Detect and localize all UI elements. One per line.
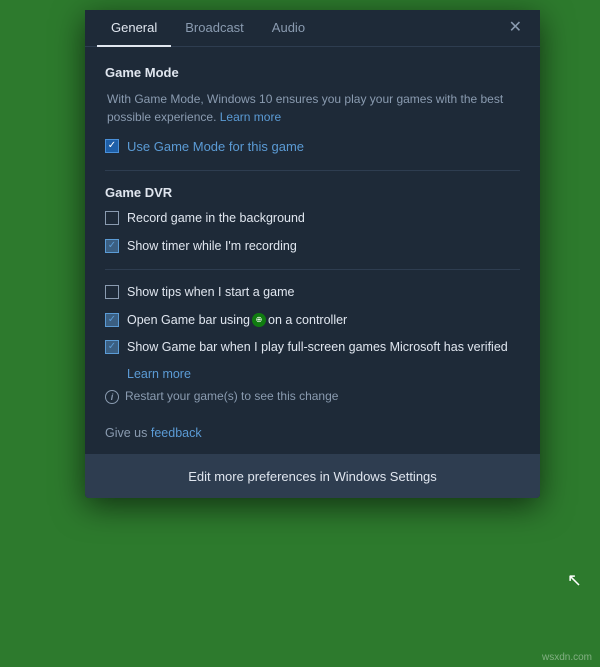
xbox-icon: ⊕ [252, 313, 266, 327]
dvr-record-label: Record game in the background [127, 210, 520, 228]
gamebar-controller-label: Open Game bar using ⊕ on a controller [127, 312, 520, 330]
dvr-timer-row[interactable]: Show timer while I'm recording [105, 238, 520, 256]
dvr-record-row[interactable]: Record game in the background [105, 210, 520, 228]
gamebar-fullscreen-label: Show Game bar when I play full-screen ga… [127, 339, 520, 357]
game-mode-description: With Game Mode, Windows 10 ensures you p… [105, 90, 520, 126]
info-icon: i [105, 390, 119, 404]
dvr-timer-checkbox[interactable] [105, 239, 119, 253]
tab-bar: General Broadcast Audio ✕ [85, 10, 540, 47]
gamebar-fullscreen-checkbox[interactable] [105, 340, 119, 354]
tips-row[interactable]: Show tips when I start a game [105, 284, 520, 302]
feedback-row: Give us feedback [85, 414, 540, 454]
dvr-timer-label: Show timer while I'm recording [127, 238, 520, 256]
learn-more-link-game-mode[interactable]: Learn more [220, 110, 281, 124]
restart-notice-row: i Restart your game(s) to see this chang… [105, 389, 520, 404]
watermark: wsxdn.com [542, 652, 592, 663]
game-dvr-title: Game DVR [105, 185, 520, 200]
gamebar-controller-row[interactable]: Open Game bar using ⊕ on a controller [105, 312, 520, 330]
close-button[interactable]: ✕ [503, 16, 528, 40]
windows-settings-button[interactable]: Edit more preferences in Windows Setting… [85, 454, 540, 498]
learn-more-link-gamebar[interactable]: Learn more [127, 367, 520, 381]
gamebar-controller-checkbox[interactable] [105, 313, 119, 327]
dialog-content: Game Mode With Game Mode, Windows 10 ens… [85, 47, 540, 414]
feedback-link[interactable]: feedback [151, 426, 202, 440]
game-mode-checkbox[interactable] [105, 139, 119, 153]
restart-notice-text: Restart your game(s) to see this change [125, 389, 338, 403]
tab-audio[interactable]: Audio [258, 10, 319, 47]
game-mode-checkbox-row[interactable]: Use Game Mode for this game [105, 138, 520, 156]
settings-dialog: General Broadcast Audio ✕ Game Mode With… [85, 10, 540, 498]
tips-checkbox[interactable] [105, 285, 119, 299]
tips-label: Show tips when I start a game [127, 284, 520, 302]
divider-1 [105, 170, 520, 171]
divider-2 [105, 269, 520, 270]
tab-general[interactable]: General [97, 10, 171, 47]
game-mode-title: Game Mode [105, 65, 520, 80]
gamebar-fullscreen-row[interactable]: Show Game bar when I play full-screen ga… [105, 339, 520, 357]
game-mode-checkbox-label: Use Game Mode for this game [127, 138, 520, 156]
tab-broadcast[interactable]: Broadcast [171, 10, 258, 47]
dvr-record-checkbox[interactable] [105, 211, 119, 225]
